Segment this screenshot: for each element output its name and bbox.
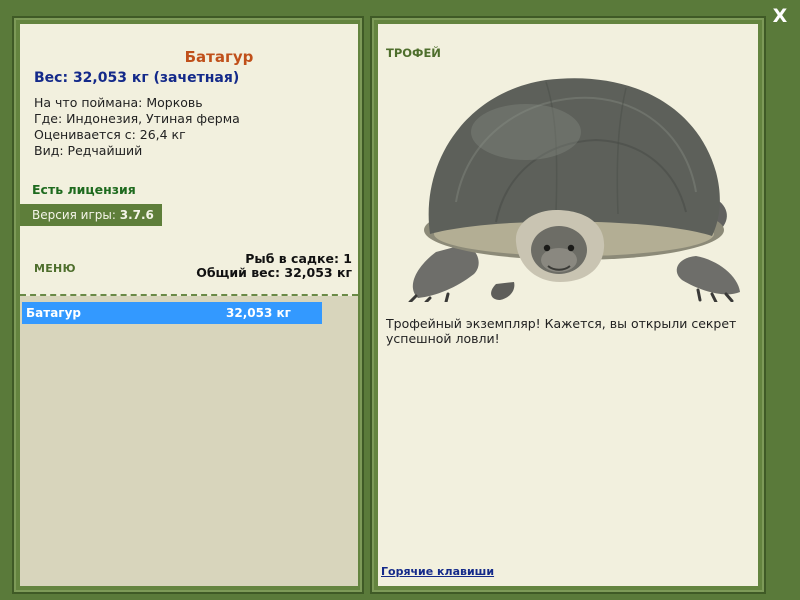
keepnet-stats: Рыб в садке: 1 Общий вес: 32,053 кг <box>196 252 352 280</box>
trophy-description: Трофейный экземпляр! Кажется, вы открыли… <box>386 316 737 346</box>
turtle-photo <box>408 78 740 302</box>
version-label: Версия игры: <box>32 208 116 222</box>
menu-button[interactable]: МЕНЮ <box>34 262 76 275</box>
location-info: Где: Индонезия, Утиная ферма <box>34 111 240 126</box>
license-status: Есть лицензия <box>32 182 136 197</box>
keepnet-row-name: Батагур <box>26 306 81 320</box>
valuation-info: Оценивается с: 26,4 кг <box>34 127 186 142</box>
keepnet-list: Батагур 32,053 кг <box>20 296 358 586</box>
hotkeys-link[interactable]: Горячие клавиши <box>381 565 494 578</box>
version-value: 3.7.6 <box>119 208 154 222</box>
fish-count: Рыб в садке: 1 <box>245 251 352 266</box>
total-weight: Общий вес: 32,053 кг <box>196 265 352 280</box>
fish-weight: Вес: 32,053 кг (зачетная) <box>34 70 240 86</box>
rarity-info: Вид: Редчайший <box>34 143 143 158</box>
fish-name: Батагур <box>184 48 254 66</box>
trophy-title: ТРОФЕЙ <box>386 46 441 60</box>
trophy-panel: ТРОФЕЙ Трофейный экземпляр! Кажется, вы … <box>378 24 758 586</box>
game-version: Версия игры: 3.7.6 <box>20 204 162 226</box>
close-button[interactable]: X <box>768 4 792 28</box>
keepnet-row-weight: 32,053 кг <box>226 306 291 320</box>
bait-info: На что поймана: Морковь <box>34 95 203 110</box>
fish-info-panel: Батагур Вес: 32,053 кг (зачетная) На что… <box>20 24 358 586</box>
keepnet-row[interactable]: Батагур 32,053 кг <box>22 302 322 324</box>
